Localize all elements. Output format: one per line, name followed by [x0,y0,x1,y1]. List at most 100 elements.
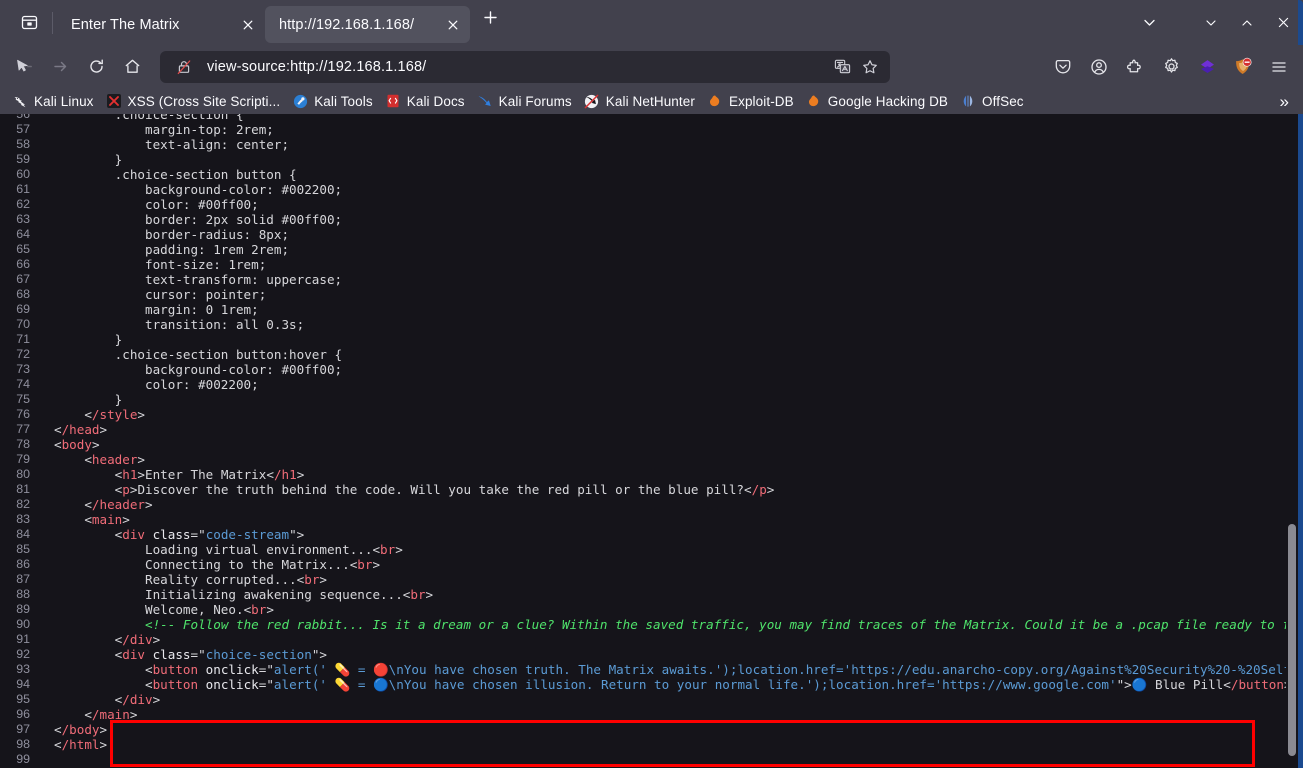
back-button[interactable] [7,50,41,84]
window-accent-edge [1298,0,1303,45]
bookmark-exploit-db[interactable]: Exploit-DB [701,90,800,112]
line-number: 57 [16,122,30,136]
bookmark-label: Exploit-DB [728,93,794,109]
line-number: 79 [16,452,30,466]
bookmark-xss[interactable]: XSS (Cross Site Scripti... [100,90,287,112]
kali-docs-icon [385,93,401,109]
tab-close-button[interactable] [235,12,261,38]
kali-nethunter-icon [584,93,600,109]
list-all-tabs-button[interactable] [1131,5,1167,41]
xss-icon [106,93,122,109]
toolbar-right-icons [1045,50,1297,84]
bookmark-kali-nethunter[interactable]: Kali NetHunter [578,90,701,112]
tab-close-button[interactable] [440,12,466,38]
bookmark-label: Kali Linux [34,93,94,109]
source-line: 84 <div class="code-stream"> [0,527,1298,542]
app-menu-icon[interactable] [1262,50,1296,84]
source-line: 62 color: #00ff00; [0,197,1298,212]
forward-button[interactable] [43,50,77,84]
bookmark-label: Kali Forums [498,93,572,109]
source-line-code: .choice-section { [54,114,244,122]
source-line: 57 margin-top: 2rem; [0,122,1298,137]
plus-icon [483,10,498,30]
bookmark-star-icon[interactable] [856,53,884,81]
translate-icon[interactable] [828,53,856,81]
purple-diamond-icon[interactable] [1190,50,1224,84]
line-number: 90 [16,617,30,631]
source-line-code: } [54,152,123,167]
bookmark-kali-linux[interactable]: Kali Linux [6,90,100,112]
line-number: 63 [16,212,30,226]
new-tab-button[interactable] [474,4,506,36]
source-line: 97 </body> [0,722,1298,737]
bookmark-kali-forums[interactable]: Kali Forums [471,90,578,112]
source-line: 77 </head> [0,422,1298,437]
line-number: 77 [16,422,30,436]
browser-window: Enter The Matrix http://192.168.1.168/ v… [0,0,1303,768]
navigation-toolbar: view-source:http://192.168.1.168/ [0,45,1303,88]
source-line: 61 background-color: #002200; [0,182,1298,197]
settings-gear-icon[interactable] [1154,50,1188,84]
source-line: 92 <div class="choice-section"> [0,647,1298,662]
source-line: 73 background-color: #00ff00; [0,362,1298,377]
line-number: 70 [16,317,30,331]
source-line: 58 text-align: center; [0,137,1298,152]
url-text[interactable]: view-source:http://192.168.1.168/ [207,59,828,75]
source-line: 72 .choice-section button:hover { [0,347,1298,362]
source-line: 85 Loading virtual environment...<br> [0,542,1298,557]
line-number: 65 [16,242,30,256]
source-line: 65 padding: 1rem 2rem; [0,242,1298,257]
pocket-save-icon[interactable] [1046,50,1080,84]
maximize-button[interactable] [1229,0,1265,45]
source-line-code: <div class="choice-section"> [54,647,328,662]
source-line: 95 </div> [0,692,1298,707]
source-line-code: <!-- Follow the red rabbit... Is it a dr… [145,617,1298,632]
source-line-code: text-transform: uppercase; [54,272,343,287]
source-line: 76 </style> [0,407,1298,422]
source-line: 90 <!-- Follow the red rabbit... Is it a… [0,617,1298,632]
ublock-origin-icon[interactable] [1226,50,1260,84]
vertical-scrollbar-thumb[interactable] [1288,524,1296,756]
source-line-code: <header> [54,452,146,467]
lock-crossed-out-icon[interactable] [170,53,198,81]
firefox-view-button[interactable] [8,0,50,45]
vertical-scrollbar[interactable] [1286,114,1298,768]
line-number: 91 [16,632,30,646]
line-number: 95 [16,692,30,706]
source-line: 88 Initializing awakening sequence...<br… [0,587,1298,602]
bookmark-kali-tools[interactable]: Kali Tools [286,90,379,112]
tab-view-source-192-168-1-168[interactable]: http://192.168.1.168/ [265,6,470,43]
bookmark-kali-docs[interactable]: Kali Docs [379,90,471,112]
home-button[interactable] [115,50,149,84]
source-code-listing[interactable]: 56 .choice-section {57 margin-top: 2rem;… [0,114,1298,768]
source-line-code: margin-top: 2rem; [54,122,274,137]
source-line-code: padding: 1rem 2rem; [54,242,290,257]
view-source-content: 56 .choice-section {57 margin-top: 2rem;… [0,114,1303,768]
reload-button[interactable] [79,50,113,84]
url-bar[interactable]: view-source:http://192.168.1.168/ [160,50,890,83]
line-number: 96 [16,707,30,721]
close-window-button[interactable] [1265,0,1301,45]
source-line-code: background-color: #00ff00; [54,362,343,377]
tab-title: Enter The Matrix [71,16,180,33]
line-number: 60 [16,167,30,181]
bookmark-offsec[interactable]: OffSec [954,90,1030,112]
source-line-code: </head> [54,422,108,437]
bookmark-google-hacking-db[interactable]: Google Hacking DB [800,90,954,112]
extension-puzzle-icon[interactable] [1118,50,1152,84]
source-line: 67 text-transform: uppercase; [0,272,1298,287]
bookmarks-overflow-chevron[interactable]: » [1272,93,1297,110]
source-line: 78 <body> [0,437,1298,452]
line-number: 67 [16,272,30,286]
source-line: 64 border-radius: 8px; [0,227,1298,242]
source-line-code: </header> [54,497,153,512]
source-line-code: .choice-section button:hover { [54,347,343,362]
account-icon[interactable] [1082,50,1116,84]
tab-enter-the-matrix[interactable]: Enter The Matrix [57,6,265,43]
source-line: 98 </html> [0,737,1298,752]
bookmark-label: XSS (Cross Site Scripti... [127,93,281,109]
source-line: 68 cursor: pointer; [0,287,1298,302]
minimize-button[interactable] [1193,0,1229,45]
source-line-code: Connecting to the Matrix...<br> [54,557,381,572]
source-line-code: </body> [54,722,108,737]
